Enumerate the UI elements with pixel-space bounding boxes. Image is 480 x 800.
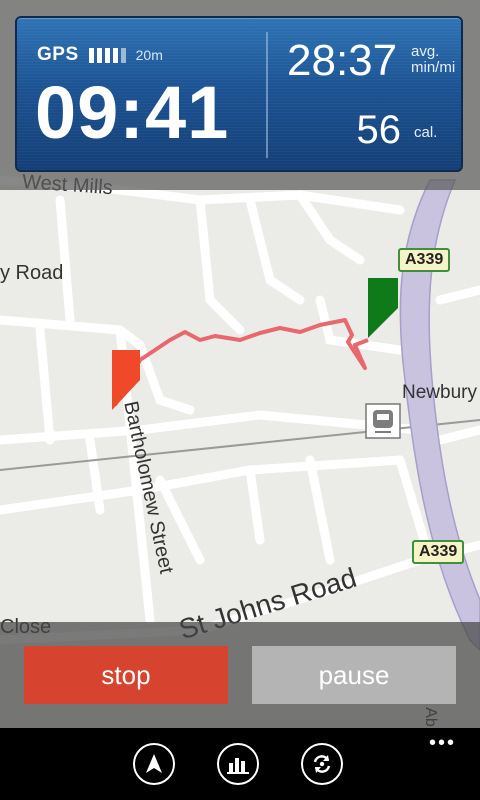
stats-chart-icon [227, 758, 249, 774]
gps-accuracy: 20m [135, 47, 163, 63]
calories-unit: cal. [414, 124, 438, 141]
pace-unit-line1: avg. [411, 43, 440, 60]
stats-divider [266, 32, 268, 158]
map-view[interactable]: West Mills y Road Newbury Bartholomew St… [0, 0, 480, 728]
rotate-map-icon [313, 755, 331, 773]
rotate-map-button[interactable] [301, 743, 343, 785]
pace-value: 28:37 [287, 36, 398, 85]
map-label-road: y Road [0, 262, 64, 284]
pause-button[interactable]: pause [252, 646, 456, 704]
gps-status: GPS 20m [37, 44, 163, 66]
map-label-newbury: Newbury [402, 382, 477, 403]
railway-line [0, 419, 480, 471]
elapsed-time: 09:41 [35, 71, 230, 154]
app-bar: ••• [0, 728, 480, 800]
stop-button[interactable]: stop [24, 646, 228, 704]
calories-value: 56 [356, 108, 402, 152]
workout-stats-panel: GPS 20m 09:41 28:37 avg. min/mi 56 cal. [15, 16, 463, 172]
stats-button[interactable] [217, 743, 259, 785]
gps-signal-icon [88, 47, 126, 63]
navigation-arrow-icon [146, 754, 162, 773]
pace-unit: avg. min/mi [411, 44, 455, 76]
road-badge-a339: A339 [412, 540, 465, 564]
train-station-icon [365, 403, 401, 439]
pace-unit-line2: min/mi [411, 59, 456, 76]
more-options-button[interactable]: ••• [429, 733, 456, 753]
road-badge-a339: A339 [398, 248, 451, 272]
gps-label: GPS [37, 44, 79, 65]
start-flag-icon [368, 278, 398, 338]
navigation-arrow-button[interactable] [133, 743, 175, 785]
